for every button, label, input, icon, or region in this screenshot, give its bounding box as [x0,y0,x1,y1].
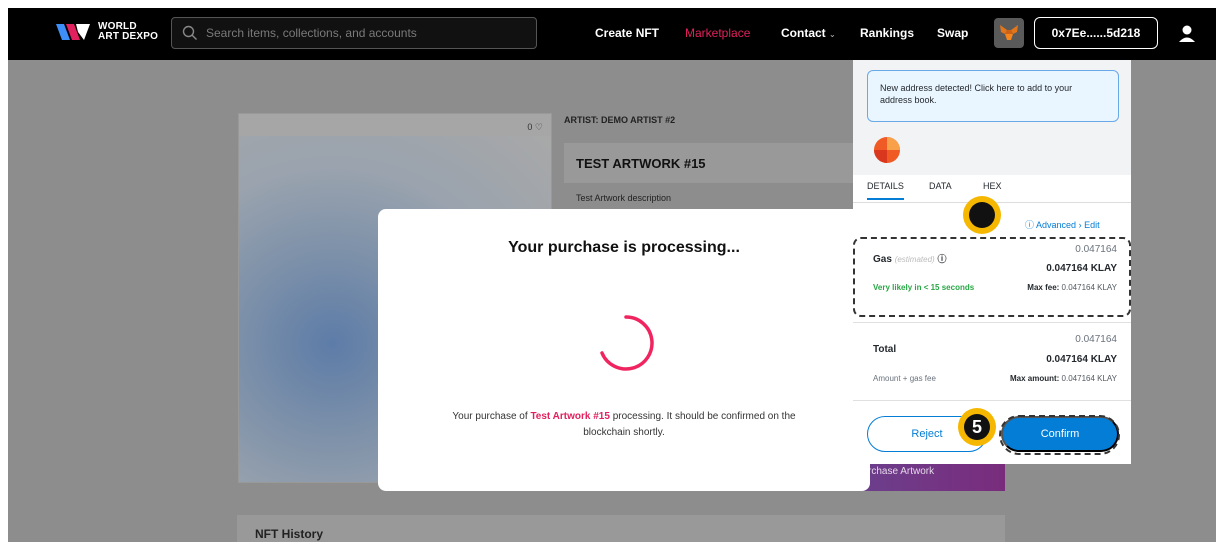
divider [853,400,1131,401]
edit-label: Edit [1084,220,1100,230]
tab-details[interactable]: DETAILS [867,181,904,200]
max-amount: Max amount: 0.047164 KLAY [1010,374,1117,383]
total-value-secondary: 0.047164 [1075,334,1117,345]
modal-message-start: Your purchase of [452,411,531,422]
like-count-value: 0 [527,122,533,132]
brand-logo-icon [56,24,90,40]
nav-marketplace[interactable]: Marketplace [685,26,750,40]
modal-message: Your purchase of Test Artwork #15 proces… [438,409,810,441]
artist-name: ARTIST: DEMO ARTIST #2 [564,115,676,125]
account-avatar-icon [874,137,900,163]
artwork-description: Test Artwork description [576,193,672,203]
tab-data[interactable]: DATA [929,181,952,191]
like-count[interactable]: 0 ♡ [527,122,543,133]
step-marker-blank-inner [969,202,995,228]
nav-contact[interactable]: Contact ⌄ [781,26,836,40]
search-input[interactable] [206,26,526,40]
metamask-fox-button[interactable] [994,18,1024,48]
new-address-notice[interactable]: New address detected! Click here to add … [867,70,1119,122]
total-label: Total [873,344,897,355]
step-marker-5-number: 5 [964,414,990,440]
gas-fee-highlight [853,237,1131,317]
modal-title: Your purchase is processing... [508,239,740,256]
metamask-fox-icon [1000,25,1018,40]
divider [853,322,1131,323]
wallet-address-button[interactable]: 0x7Ee......5d218 [1034,17,1158,49]
artwork-title: TEST ARTWORK #15 [564,143,854,183]
user-profile-icon[interactable] [1176,23,1198,45]
search-box[interactable] [171,17,537,49]
info-icon: ⓘ [1025,220,1037,230]
max-amount-label: Max amount: [1009,374,1060,383]
top-nav-bar: WORLD ART DEXPO Create NFT Marketplace C… [8,8,1216,60]
step-marker-blank [963,196,1001,234]
max-amount-value: 0.047164 KLAY [1061,374,1117,383]
brand-logo[interactable]: WORLD ART DEXPO [54,20,158,44]
confirm-highlight [999,415,1120,455]
nav-create-nft[interactable]: Create NFT [595,26,659,40]
chevron-down-icon: ⌄ [829,30,836,39]
step-marker-5: 5 [958,408,996,446]
tab-hex[interactable]: HEX [983,181,1002,191]
loading-spinner-icon [600,315,654,371]
brand-line-2: ART DEXPO [98,31,159,42]
nav-rankings[interactable]: Rankings [860,26,914,40]
nav-swap[interactable]: Swap [937,26,968,40]
brand-name: WORLD ART DEXPO [98,22,158,42]
nft-history-header: NFT History [237,515,1005,542]
processing-modal: Your purchase is processing... Your purc… [378,209,870,491]
advanced-edit-link[interactable]: ⓘ Advanced › Edit [1025,218,1100,231]
search-icon [182,25,197,40]
heart-icon: ♡ [534,122,543,132]
amount-gas-fee-label: Amount + gas fee [873,374,936,383]
popup-header: New address detected! Click here to add … [853,60,1131,175]
modal-message-end: processing. It should be confirmed on th… [583,411,796,438]
modal-artwork-name: Test Artwork #15 [530,411,610,422]
advanced-label: Advanced [1036,220,1077,230]
nav-contact-label: Contact [781,26,826,40]
total-value-primary: 0.047164 KLAY [1046,354,1117,365]
